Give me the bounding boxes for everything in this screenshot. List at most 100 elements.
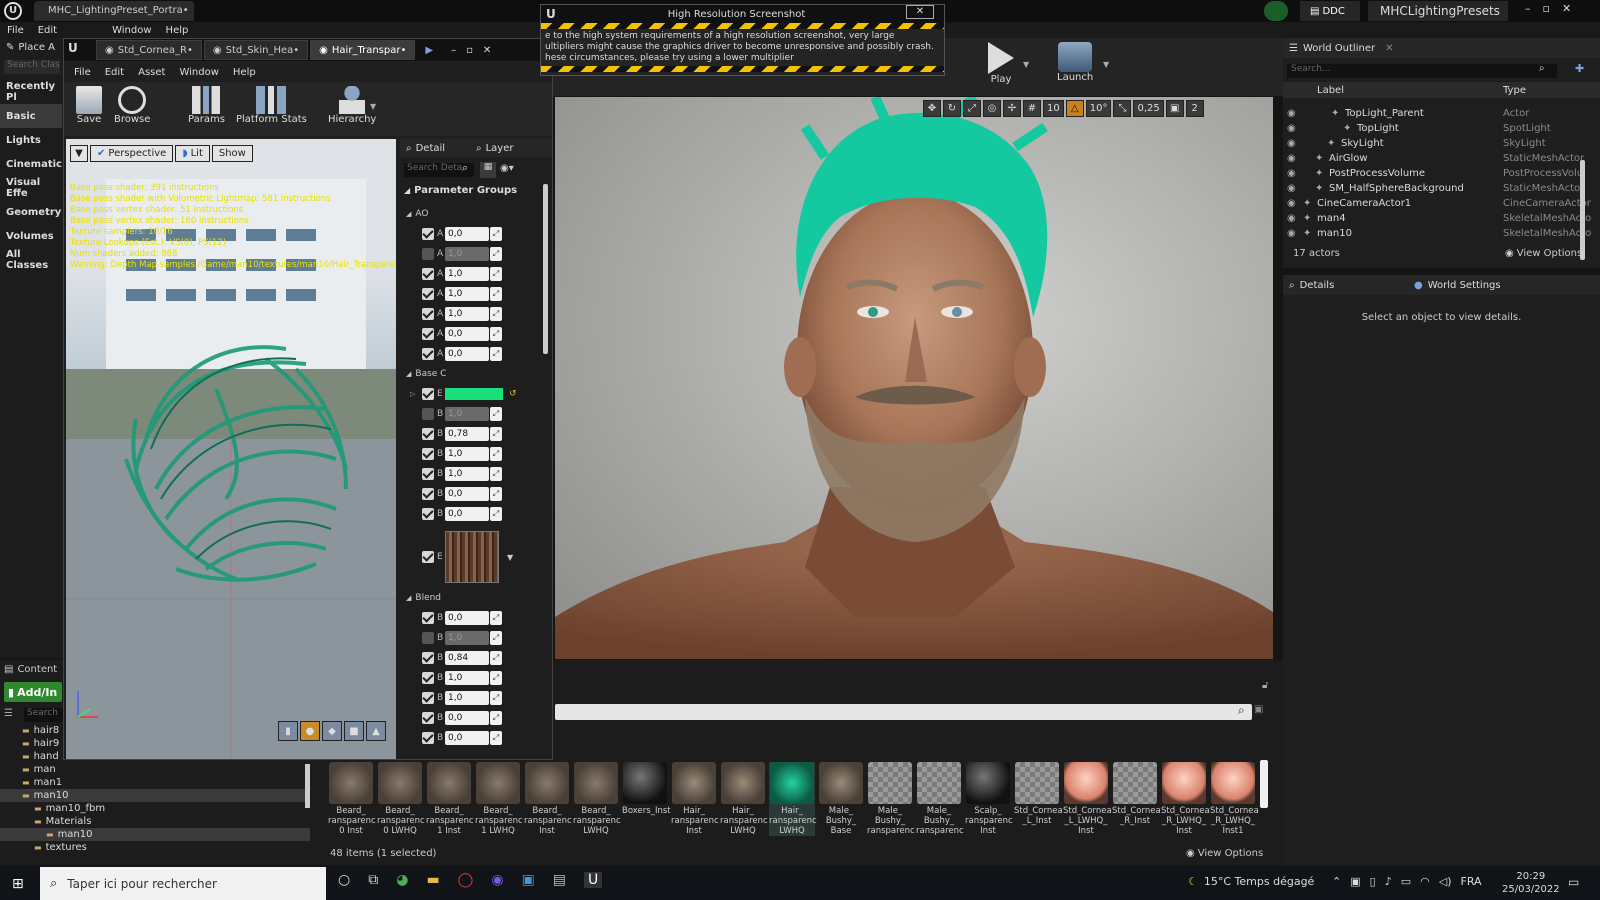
- sphere-preview-icon[interactable]: ●: [300, 721, 320, 741]
- param-expand-icon[interactable]: ⤢: [490, 467, 502, 481]
- param-override-checkbox[interactable]: [422, 268, 434, 280]
- param-expand-icon[interactable]: ⤢: [490, 447, 502, 461]
- visibility-eye-icon[interactable]: ◉▾: [500, 163, 514, 174]
- outliner-row[interactable]: ◉ ✦ man4 SkeletalMeshActo: [1283, 211, 1591, 226]
- param-value-input[interactable]: 0,78: [445, 427, 489, 441]
- param-expand-icon[interactable]: ⤢: [490, 287, 502, 301]
- param-value-input[interactable]: 1,0: [445, 671, 489, 685]
- folder-scrollbar[interactable]: [305, 764, 310, 808]
- visibility-eye-icon[interactable]: ◉: [1287, 228, 1296, 239]
- details-tab[interactable]: ⌕ Details: [1283, 280, 1408, 291]
- param-value-input[interactable]: 0,84: [445, 651, 489, 665]
- param-expand-icon[interactable]: ⤢: [490, 247, 502, 261]
- tab-std-cornea[interactable]: ◉ Std_Cornea_R•: [96, 40, 202, 60]
- param-override-checkbox[interactable]: [422, 692, 434, 704]
- grid-snap-icon[interactable]: #: [1023, 100, 1041, 117]
- launch-dropdown-icon[interactable]: ▼: [1103, 60, 1109, 69]
- col-label[interactable]: Label: [1317, 85, 1344, 96]
- param-override-checkbox[interactable]: [422, 551, 434, 563]
- menu-file[interactable]: File: [7, 25, 24, 36]
- param-expand-icon[interactable]: ⤢: [490, 507, 502, 521]
- outliner-row[interactable]: ◉ ✦ SM_HalfSphereBackground StaticMeshActor: [1283, 181, 1584, 196]
- outliner-row[interactable]: ◉ ✦ CineCameraActor1 CineCameraActor: [1283, 196, 1591, 211]
- param-value-input[interactable]: 0,0: [445, 711, 489, 725]
- close-icon[interactable]: ✕: [483, 45, 491, 56]
- world-settings-tab[interactable]: ● World Settings: [1408, 280, 1533, 291]
- param-expand-icon[interactable]: ⤢: [490, 631, 502, 645]
- asset-search-input[interactable]: [555, 704, 1252, 720]
- asset-tile[interactable]: Std_Cornea _R_Inst: [1112, 762, 1161, 826]
- tray-chevron-icon[interactable]: ⌃: [1332, 875, 1341, 888]
- param-expand-icon[interactable]: ⤢: [490, 711, 502, 725]
- texture-dropdown-icon[interactable]: ▼: [507, 553, 513, 562]
- level-viewport[interactable]: ✥ ↻ ⤢ ◎ ✢ # 10 △ 10° ⤡ 0,25 ▣ 2: [555, 97, 1273, 659]
- viewport-options-dropdown[interactable]: ▼: [70, 145, 88, 162]
- show-button[interactable]: Show: [211, 145, 253, 162]
- param-value-input[interactable]: 0,0: [445, 507, 489, 521]
- cortana-icon[interactable]: ○: [338, 872, 350, 888]
- param-value-input[interactable]: 1,0: [445, 287, 489, 301]
- param-value-input[interactable]: 0,0: [445, 487, 489, 501]
- asset-tile[interactable]: Std_Cornea _L_Inst: [1014, 762, 1063, 826]
- folder-search-input[interactable]: Search: [24, 708, 64, 722]
- visibility-eye-icon[interactable]: ◉: [1287, 138, 1296, 149]
- expand-arrow-icon[interactable]: ▷: [410, 390, 415, 398]
- perspective-button[interactable]: ✔ Perspective: [90, 145, 174, 162]
- asset-scrollbar[interactable]: [1260, 760, 1268, 808]
- asset-tile[interactable]: Beard_ ransparenc Inst: [524, 762, 572, 836]
- me-menu-asset[interactable]: Asset: [138, 67, 165, 78]
- folder-item[interactable]: ▬ man10_fbm: [0, 802, 310, 815]
- param-override-checkbox[interactable]: [422, 408, 434, 420]
- grid-size-value[interactable]: 10: [1043, 100, 1064, 117]
- asset-tile[interactable]: Boxers_Inst: [622, 762, 671, 816]
- visibility-eye-icon[interactable]: ◉: [1287, 153, 1296, 164]
- minimize-icon[interactable]: –: [451, 45, 456, 56]
- folder-item[interactable]: ▬ man: [0, 763, 310, 776]
- param-group-header[interactable]: ◢ Blend: [406, 591, 441, 605]
- param-group-header[interactable]: ◢ Base C: [406, 367, 446, 381]
- param-value-input[interactable]: 0,0: [445, 611, 489, 625]
- param-group-header[interactable]: ◢ AO: [406, 207, 428, 221]
- folder-item[interactable]: ▬ man1: [0, 776, 310, 789]
- asset-tile[interactable]: Scalp_ ransparenc Inst: [965, 762, 1013, 836]
- outliner-search-input[interactable]: Search...: [1287, 64, 1557, 78]
- platform-stats-button[interactable]: Platform Stats: [236, 86, 307, 125]
- minimize-icon[interactable]: –: [1525, 2, 1531, 15]
- param-override-checkbox[interactable]: [422, 388, 434, 400]
- scale-snap-value[interactable]: 0,25: [1133, 100, 1164, 117]
- param-expand-icon[interactable]: ⤢: [490, 731, 502, 745]
- asset-tile[interactable]: Male_ Bushy_ ransparenc: [916, 762, 964, 836]
- notifications-icon[interactable]: ▭: [1568, 875, 1579, 889]
- folder-item[interactable]: ▬ man10: [0, 789, 310, 802]
- visibility-eye-icon[interactable]: ◉: [1287, 213, 1296, 224]
- tray-network-icon[interactable]: ▯: [1370, 875, 1376, 888]
- param-value-input[interactable]: 1,0: [445, 307, 489, 321]
- param-expand-icon[interactable]: ⤢: [490, 427, 502, 441]
- param-override-checkbox[interactable]: [422, 612, 434, 624]
- parameter-groups-header[interactable]: ◢ Parameter Groups: [404, 185, 517, 196]
- me-menu-edit[interactable]: Edit: [105, 67, 124, 78]
- param-expand-icon[interactable]: ⤢: [490, 347, 502, 361]
- folder-item[interactable]: ▬ textures: [0, 841, 310, 854]
- outliner-row[interactable]: ◉ ✦ PostProcessVolume PostProcessVolu: [1283, 166, 1583, 181]
- param-override-checkbox[interactable]: [422, 248, 434, 260]
- hierarchy-dropdown-icon[interactable]: ▼: [370, 102, 376, 111]
- cube-preview-icon[interactable]: ■: [344, 721, 364, 741]
- save-search-icon[interactable]: ▣: [1254, 704, 1263, 715]
- save-button[interactable]: Save: [76, 86, 102, 125]
- param-expand-icon[interactable]: ⤢: [490, 691, 502, 705]
- property-matrix-icon[interactable]: ▦: [480, 162, 496, 178]
- asset-tile[interactable]: Hair_ ransparenc Inst: [671, 762, 719, 836]
- unreal-taskbar-icon[interactable]: U: [584, 872, 603, 888]
- tray-app-icon[interactable]: ▣: [1350, 875, 1360, 888]
- opera-icon[interactable]: ◯: [458, 872, 474, 888]
- param-expand-icon[interactable]: ⤢: [490, 487, 502, 501]
- app-icon[interactable]: ▤: [553, 872, 566, 888]
- mode-all-classes[interactable]: All Classes: [0, 248, 62, 272]
- param-override-checkbox[interactable]: [422, 328, 434, 340]
- wifi-icon[interactable]: ◠: [1420, 875, 1430, 888]
- close-icon[interactable]: ✕: [1562, 2, 1571, 15]
- rotate-icon[interactable]: ↻: [943, 100, 961, 117]
- file-explorer-icon[interactable]: ▬: [426, 872, 439, 888]
- pin-icon[interactable]: ▶: [425, 45, 433, 56]
